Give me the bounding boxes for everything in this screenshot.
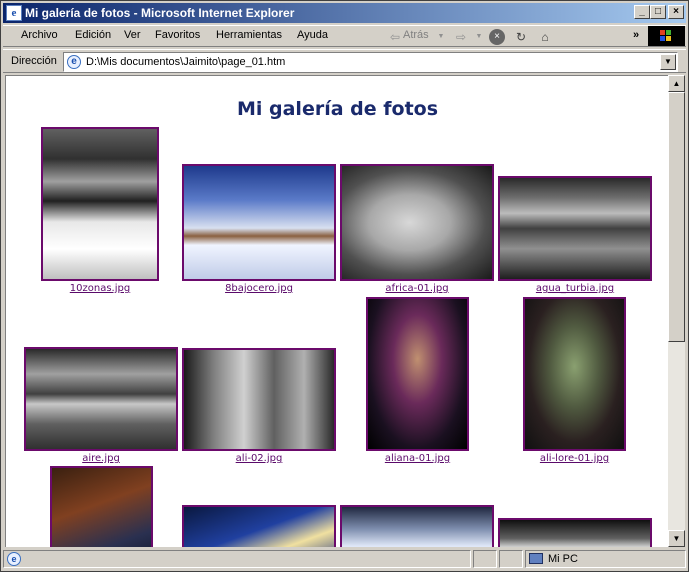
menu-favoritos[interactable]: Favoritos xyxy=(155,29,200,41)
page-title: Mi galería de fotos xyxy=(236,98,439,120)
scroll-thumb[interactable] xyxy=(668,92,685,342)
back-arrow-icon[interactable]: ⇦ xyxy=(387,29,403,45)
photo-thumbnail[interactable] xyxy=(340,505,494,547)
photo-thumbnail[interactable] xyxy=(182,505,336,547)
photo-thumbnail[interactable] xyxy=(498,176,652,281)
address-dropdown-button[interactable]: ▼ xyxy=(660,54,676,70)
menu-ver[interactable]: Ver xyxy=(124,29,141,41)
photo-thumbnail[interactable] xyxy=(182,348,336,451)
photo-thumbnail[interactable] xyxy=(41,127,159,281)
address-value[interactable]: D:\Mis documentos\Jaimito\page_01.htm xyxy=(86,56,285,68)
photo-thumbnail[interactable] xyxy=(366,297,469,451)
address-input[interactable]: e D:\Mis documentos\Jaimito\page_01.htm … xyxy=(63,52,678,72)
menu-bar: Archivo Edición Ver Favoritos Herramient… xyxy=(3,25,686,47)
scroll-down-button[interactable]: ▼ xyxy=(668,530,685,547)
photo-thumbnail[interactable] xyxy=(24,347,178,451)
photo-link[interactable]: agua_turbia.jpg xyxy=(498,283,652,294)
status-pane-progress xyxy=(473,550,497,568)
ie-logo-icon: e xyxy=(6,5,22,21)
vertical-scrollbar[interactable]: ▲ ▼ xyxy=(668,75,685,547)
photo-thumbnail[interactable] xyxy=(182,164,336,281)
status-pane-security xyxy=(499,550,523,568)
status-bar: e Mi PC xyxy=(3,549,686,569)
close-button[interactable]: × xyxy=(668,5,684,19)
menu-ayuda[interactable]: Ayuda xyxy=(297,29,328,41)
refresh-icon[interactable]: ↻ xyxy=(513,29,529,45)
status-zone-pane: Mi PC xyxy=(525,550,686,568)
stop-icon[interactable]: × xyxy=(489,29,505,45)
back-dropdown-icon[interactable]: ▼ xyxy=(437,29,445,45)
photo-link[interactable]: 10zonas.jpg xyxy=(41,283,159,294)
browser-window: e Mi galería de fotos - Microsoft Intern… xyxy=(0,0,689,572)
photo-thumbnail[interactable] xyxy=(50,466,153,547)
windows-logo-icon xyxy=(660,30,665,35)
menu-herramientas[interactable]: Herramientas xyxy=(216,29,282,41)
status-message-pane: e xyxy=(3,550,471,568)
scroll-up-button[interactable]: ▲ xyxy=(668,75,685,92)
photo-link[interactable]: africa-01.jpg xyxy=(340,283,494,294)
toolbar-more-button[interactable]: » xyxy=(633,29,639,41)
photo-link[interactable]: aliana-01.jpg xyxy=(366,453,469,464)
photo-thumbnail[interactable] xyxy=(498,518,652,547)
photo-link[interactable]: ali-02.jpg xyxy=(182,453,336,464)
window-title: Mi galería de fotos - Microsoft Internet… xyxy=(25,6,295,20)
page-status-icon: e xyxy=(7,552,21,566)
forward-arrow-icon[interactable]: ⇨ xyxy=(453,29,469,45)
photo-link[interactable]: aire.jpg xyxy=(24,453,178,464)
menu-archivo[interactable]: Archivo xyxy=(21,29,58,41)
address-bar: Dirección e D:\Mis documentos\Jaimito\pa… xyxy=(3,49,686,73)
menu-edicion[interactable]: Edición xyxy=(75,29,111,41)
page-content: Mi galería de fotos 10zonas.jpg 8bajocer… xyxy=(5,75,668,547)
photo-thumbnail[interactable] xyxy=(523,297,626,451)
status-zone: Mi PC xyxy=(548,553,578,565)
windows-throbber xyxy=(648,26,685,46)
address-label: Dirección xyxy=(11,55,57,67)
computer-icon xyxy=(529,553,543,564)
back-button-label[interactable]: Atrás xyxy=(403,29,429,41)
minimize-button[interactable]: _ xyxy=(634,5,650,19)
page-icon: e xyxy=(67,55,81,69)
photo-link[interactable]: 8bajocero.jpg xyxy=(182,283,336,294)
photo-link[interactable]: ali-lore-01.jpg xyxy=(523,453,626,464)
maximize-button[interactable]: □ xyxy=(650,5,666,19)
home-icon[interactable]: ⌂ xyxy=(537,29,553,45)
title-bar[interactable]: e Mi galería de fotos - Microsoft Intern… xyxy=(3,3,686,23)
photo-thumbnail[interactable] xyxy=(340,164,494,281)
forward-dropdown-icon[interactable]: ▼ xyxy=(475,29,483,45)
